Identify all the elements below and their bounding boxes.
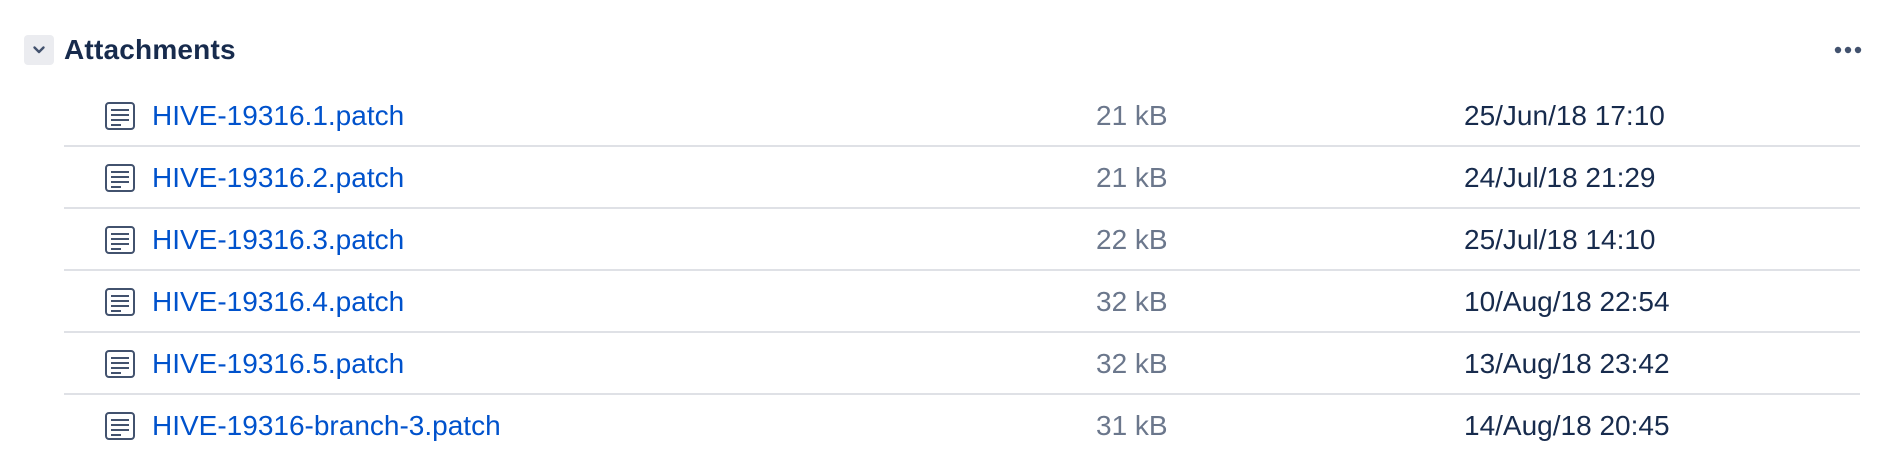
attachment-row: HIVE-19316.5.patch 32 kB 13/Aug/18 23:42	[64, 333, 1860, 395]
attachment-link[interactable]: HIVE-19316.1.patch	[152, 99, 404, 133]
attachment-size: 22 kB	[1096, 224, 1168, 255]
document-icon	[104, 224, 136, 256]
attachment-size: 32 kB	[1096, 286, 1168, 317]
attachment-row: HIVE-19316.3.patch 22 kB 25/Jul/18 14:10	[64, 209, 1860, 271]
attachment-link[interactable]: HIVE-19316.4.patch	[152, 285, 404, 319]
attachment-link[interactable]: HIVE-19316.2.patch	[152, 161, 404, 195]
attachment-date: 25/Jul/18 14:10	[1464, 224, 1656, 255]
attachments-header: Attachments	[24, 30, 1870, 70]
document-icon	[104, 410, 136, 442]
document-icon	[104, 286, 136, 318]
section-title: Attachments	[64, 34, 236, 65]
attachment-date: 10/Aug/18 22:54	[1464, 286, 1670, 317]
attachment-size: 31 kB	[1096, 410, 1168, 441]
attachment-row: HIVE-19316.1.patch 21 kB 25/Jun/18 17:10	[64, 85, 1860, 147]
more-horizontal-icon	[1834, 41, 1862, 59]
attachment-size: 21 kB	[1096, 100, 1168, 131]
document-icon	[104, 162, 136, 194]
attachment-date: 14/Aug/18 20:45	[1464, 410, 1670, 441]
attachment-link[interactable]: HIVE-19316.5.patch	[152, 347, 404, 381]
collapse-toggle-button[interactable]	[24, 35, 54, 65]
attachment-size: 21 kB	[1096, 162, 1168, 193]
chevron-down-icon	[31, 42, 47, 58]
attachment-row: HIVE-19316.2.patch 21 kB 24/Jul/18 21:29	[64, 147, 1860, 209]
more-actions-button[interactable]	[1826, 30, 1870, 70]
attachment-list: HIVE-19316.1.patch 21 kB 25/Jun/18 17:10…	[64, 85, 1860, 457]
attachment-row: HIVE-19316-branch-3.patch 31 kB 14/Aug/1…	[64, 395, 1860, 457]
attachments-panel: Attachments HIVE-19316.1.patch 21 kB 25/…	[0, 0, 1894, 472]
attachment-row: HIVE-19316.4.patch 32 kB 10/Aug/18 22:54	[64, 271, 1860, 333]
document-icon	[104, 348, 136, 380]
attachment-link[interactable]: HIVE-19316-branch-3.patch	[152, 409, 501, 443]
document-icon	[104, 100, 136, 132]
attachment-date: 24/Jul/18 21:29	[1464, 162, 1656, 193]
attachment-date: 13/Aug/18 23:42	[1464, 348, 1670, 379]
attachment-date: 25/Jun/18 17:10	[1464, 100, 1665, 131]
attachment-link[interactable]: HIVE-19316.3.patch	[152, 223, 404, 257]
attachment-size: 32 kB	[1096, 348, 1168, 379]
